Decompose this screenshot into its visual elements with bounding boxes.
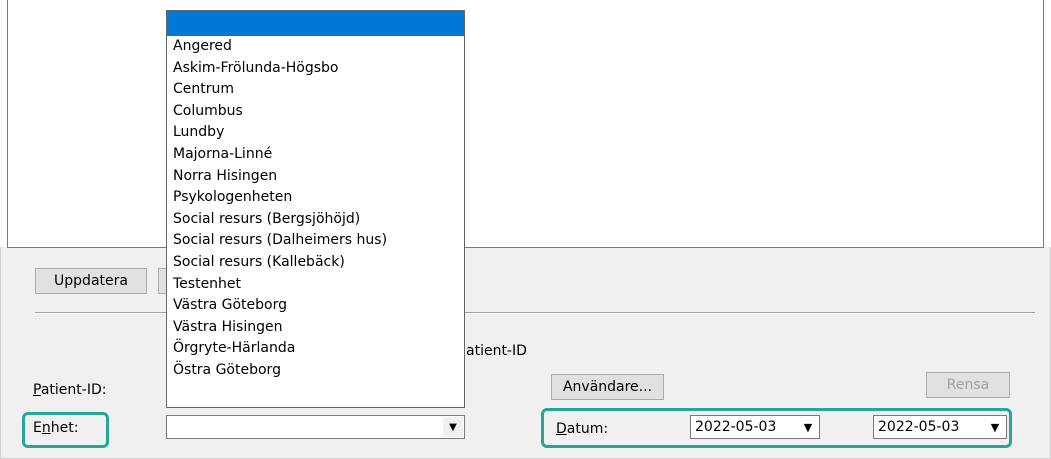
results-area <box>0 0 1051 247</box>
users-button[interactable]: Användare... <box>551 374 664 400</box>
dropdown-item[interactable]: Social resurs (Kallebäck) <box>167 252 464 274</box>
dropdown-item-empty-selected[interactable] <box>167 11 464 36</box>
chevron-down-icon[interactable]: ▼ <box>443 417 463 437</box>
dropdown-item[interactable]: Social resurs (Dalheimers hus) <box>167 230 464 252</box>
dropdown-item[interactable]: Centrum <box>167 79 464 101</box>
date-range-highlight <box>541 408 1012 448</box>
dropdown-item[interactable]: Norra Hisingen <box>167 166 464 188</box>
patient-id-label-rest: atient-ID: <box>40 382 107 398</box>
dropdown-item[interactable]: Örgryte-Härlanda <box>167 338 464 360</box>
results-border-right <box>1043 0 1044 247</box>
patient-id-label: Patient-ID: <box>33 382 107 398</box>
results-border-bottom <box>7 247 1044 248</box>
unit-dropdown-list[interactable]: Angered Askim-Frölunda-Högsbo Centrum Colum… <box>166 10 465 408</box>
results-border-left <box>7 0 8 247</box>
dropdown-item[interactable]: Majorna-Linné <box>167 144 464 166</box>
dropdown-item[interactable]: Lundby <box>167 122 464 144</box>
update-button[interactable]: Uppdatera <box>35 268 147 294</box>
patient-id-option-label: atient-ID <box>466 343 527 359</box>
dropdown-item[interactable]: Askim-Frölunda-Högsbo <box>167 58 464 80</box>
dropdown-item[interactable]: Columbus <box>167 101 464 123</box>
unit-label-highlight <box>22 412 109 448</box>
dropdown-item[interactable]: Psykologenheten <box>167 187 464 209</box>
clear-button[interactable]: Rensa <box>926 372 1010 398</box>
dropdown-item[interactable]: Social resurs (Bergsjöhöjd) <box>167 209 464 231</box>
dropdown-item[interactable]: Testenhet <box>167 274 464 296</box>
dropdown-item[interactable]: Angered <box>167 36 464 58</box>
dropdown-item[interactable]: Östra Göteborg <box>167 360 464 382</box>
dropdown-item[interactable]: Västra Göteborg <box>167 295 464 317</box>
unit-combobox[interactable]: ▼ <box>166 415 465 439</box>
dropdown-item[interactable]: Västra Hisingen <box>167 317 464 339</box>
